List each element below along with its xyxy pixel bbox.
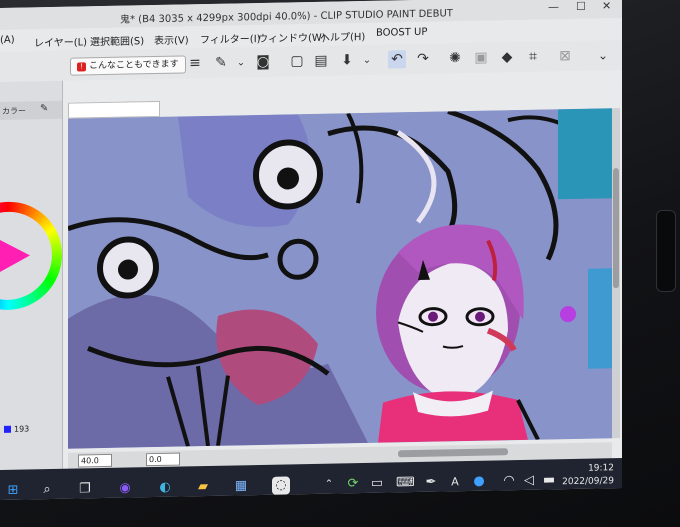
- menu-item-filter[interactable]: フィルター(I): [200, 30, 261, 46]
- sync-icon[interactable]: ⟳: [344, 475, 362, 493]
- canvas-artwork[interactable]: [68, 108, 612, 449]
- color-triangle-selector[interactable]: [0, 239, 30, 272]
- panel-header: カラー ✎: [0, 100, 62, 120]
- menu-item-selection[interactable]: 選択範囲(S): [90, 32, 144, 48]
- clock-time: 19:12: [588, 463, 614, 474]
- canvas-tab[interactable]: [68, 100, 160, 119]
- color-value: 193: [14, 424, 30, 434]
- menu-item-a[interactable]: (A): [0, 35, 15, 46]
- store-icon[interactable]: ▦: [232, 477, 250, 495]
- menu-item-window[interactable]: ウィンドウ(W): [258, 29, 326, 45]
- save-menu-chevron-icon[interactable]: ⌄: [358, 51, 376, 69]
- menu-item-boost-up[interactable]: BOOST UP: [376, 27, 427, 39]
- search-icon[interactable]: ⌕: [38, 481, 56, 499]
- power-icon[interactable]: ▬: [540, 471, 558, 489]
- menu-item-layer[interactable]: レイヤー(L): [34, 33, 87, 49]
- clip-studio-icon[interactable]: ◌: [272, 476, 290, 495]
- keyboard-icon[interactable]: ⌨: [396, 474, 415, 492]
- pen-menu-icon[interactable]: ✒: [422, 474, 440, 492]
- save-icon[interactable]: ⬇: [338, 51, 356, 69]
- menu-item-view[interactable]: 表示(V): [154, 31, 189, 47]
- maximize-button[interactable]: ☐: [576, 0, 586, 13]
- app-window: 鬼* (B4 3035 x 4299px 300dpi 40.0%) - CLI…: [0, 0, 622, 501]
- transform-icon[interactable]: ⌗: [524, 48, 542, 66]
- rotation-field[interactable]: 0.0: [146, 452, 180, 467]
- volume-icon[interactable]: ◁: [520, 472, 538, 490]
- hide-selection-icon[interactable]: ⊠: [556, 47, 574, 65]
- chevron-down-icon[interactable]: ⌄: [232, 53, 250, 71]
- layer-property-icon[interactable]: ✎: [212, 54, 230, 72]
- horizontal-scrollbar[interactable]: [398, 448, 508, 458]
- pen-icon[interactable]: ✎: [40, 103, 48, 114]
- panel-title: カラー: [2, 106, 26, 116]
- start-icon[interactable]: ⊞: [4, 482, 22, 500]
- companion-mode-icon[interactable]: ◙: [254, 53, 272, 71]
- vertical-scrollbar[interactable]: [612, 108, 620, 439]
- minimize-button[interactable]: —: [548, 0, 559, 13]
- fill-icon[interactable]: ◆: [498, 48, 516, 66]
- scrollbar-thumb[interactable]: [613, 168, 619, 289]
- edge-icon[interactable]: ◐: [156, 479, 174, 497]
- new-file-icon[interactable]: ▢: [288, 52, 306, 70]
- clear-icon[interactable]: ▣: [472, 49, 490, 67]
- color-palette-panel: カラー ✎ 193: [0, 80, 63, 470]
- file-explorer-icon[interactable]: ▰: [194, 478, 212, 496]
- ime-indicator[interactable]: A: [446, 473, 464, 491]
- teams-chat-icon[interactable]: ◉: [116, 479, 134, 497]
- tablet-side-button: [656, 210, 676, 292]
- undo-icon[interactable]: ↶: [388, 50, 406, 69]
- collapse-icon[interactable]: ⌄: [594, 46, 612, 64]
- system-clock[interactable]: 19:12 2022/09/29: [562, 462, 614, 489]
- menu-item-help[interactable]: ヘルプ(H): [320, 28, 365, 44]
- network-status-icon[interactable]: ●: [470, 473, 488, 491]
- clock-date: 2022/09/29: [562, 476, 614, 488]
- exclamation-icon: !: [77, 62, 86, 72]
- close-button[interactable]: ✕: [602, 0, 611, 12]
- redo-icon[interactable]: ↷: [414, 50, 432, 68]
- artwork-illustration: [68, 108, 612, 449]
- hint-button[interactable]: ! こんなこともできます: [70, 55, 186, 76]
- wifi-icon[interactable]: ◠: [500, 472, 518, 490]
- color-swatch[interactable]: [4, 425, 11, 433]
- color-wheel[interactable]: [0, 200, 62, 311]
- zoom-field[interactable]: 40.0: [78, 453, 112, 468]
- chevron-up-icon[interactable]: ⌃: [320, 476, 338, 494]
- battery-icon[interactable]: ▭: [368, 475, 386, 493]
- hamburger-icon[interactable]: ≡: [186, 54, 204, 72]
- hint-label: こんなこともできます: [89, 59, 179, 72]
- loading-icon[interactable]: ✺: [446, 49, 464, 67]
- open-folder-icon[interactable]: ▤: [312, 52, 330, 70]
- task-view-icon[interactable]: ❐: [76, 480, 94, 498]
